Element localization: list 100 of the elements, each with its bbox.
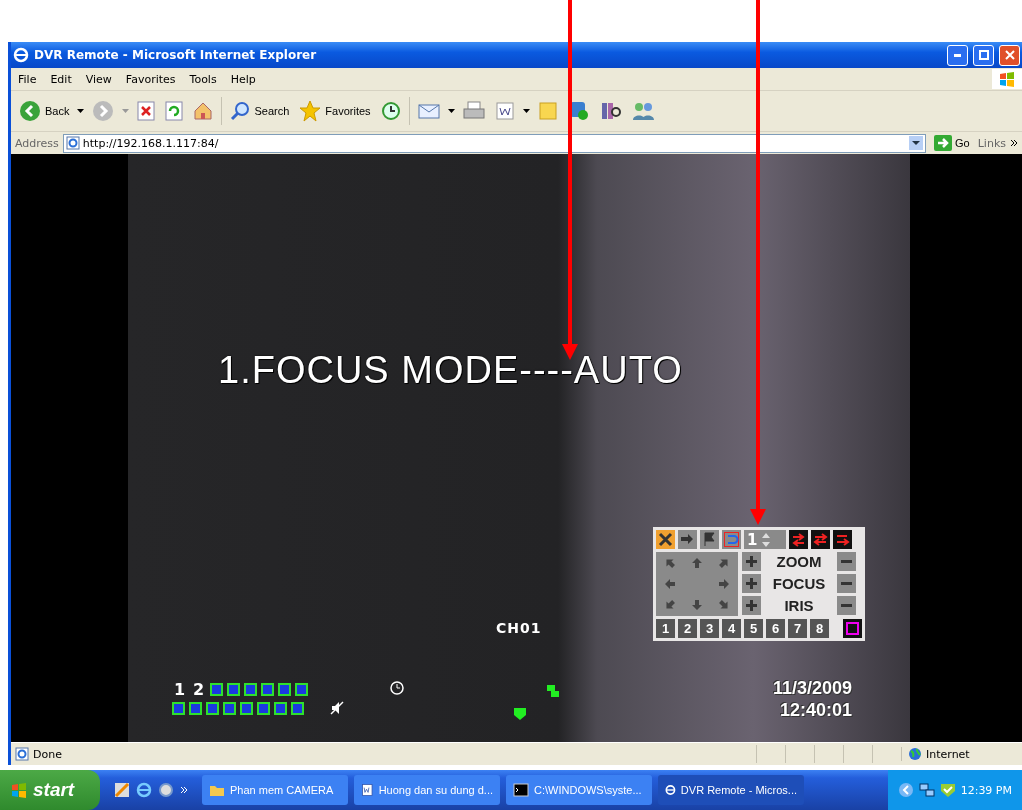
envelope-icon [417, 102, 440, 120]
channel-indicator [274, 702, 287, 715]
arrow-icon[interactable] [663, 556, 676, 569]
menu-item[interactable]: Tools [182, 70, 224, 88]
menu-item[interactable]: File [11, 70, 44, 88]
plus-button[interactable] [742, 596, 761, 615]
minus-button[interactable] [837, 552, 856, 571]
clock-text: 12:39 PM [960, 783, 1012, 797]
channel-indicator [240, 702, 253, 715]
minimize-icon [954, 53, 961, 57]
chevron-icon[interactable] [1010, 139, 1018, 147]
console-icon [513, 782, 529, 798]
refresh-icon [165, 101, 184, 121]
arrow-icon[interactable] [718, 599, 731, 612]
caret-icon[interactable] [522, 108, 530, 114]
taskbar-button[interactable]: Phan mem CAMERA [202, 775, 348, 805]
channel-button[interactable]: 5 [744, 619, 763, 638]
links-button[interactable]: Links [977, 136, 1006, 150]
desktop-icon[interactable] [114, 782, 130, 798]
tour-button[interactable] [789, 530, 808, 549]
dropdown-icon[interactable] [909, 136, 924, 150]
muted-speaker-icon [330, 701, 344, 715]
time-text: 12:40:01 [780, 700, 853, 721]
arrow-icon[interactable] [663, 599, 676, 612]
browser-icon[interactable] [136, 782, 152, 798]
plus-button[interactable] [742, 574, 761, 593]
minus-button[interactable] [837, 574, 856, 593]
swap-button[interactable] [811, 530, 830, 549]
history-icon [380, 101, 401, 121]
printer-icon [462, 101, 485, 121]
arrow-icon[interactable] [718, 556, 731, 569]
set-button[interactable] [678, 530, 697, 549]
taskbar-button[interactable]: C:\WINDOWS\syste... [506, 775, 652, 805]
shield-icon[interactable] [939, 782, 956, 798]
menu-item[interactable]: Favorites [118, 70, 183, 88]
pattern-button[interactable] [833, 530, 852, 549]
favorites-button[interactable]: Favorites [297, 98, 373, 124]
arrows-icon [835, 532, 850, 547]
menu-item[interactable]: Edit [43, 70, 79, 88]
caret-icon[interactable] [447, 108, 455, 114]
caret-icon[interactable] [77, 108, 85, 114]
globe-icon [908, 747, 922, 761]
go-preset-button[interactable] [700, 530, 719, 549]
u-turn-icon [724, 532, 739, 547]
clock-icon [390, 681, 404, 695]
arrow-icon[interactable] [691, 599, 703, 612]
go-button[interactable]: Go [930, 135, 974, 151]
arrow-icon[interactable] [691, 556, 703, 569]
channel-indicator [210, 683, 223, 696]
spinner-icon[interactable] [761, 531, 772, 548]
preset-number: 1 [747, 530, 758, 549]
start-button[interactable]: start [0, 770, 100, 810]
channel-button[interactable]: 3 [700, 619, 719, 638]
back-button[interactable]: Back [17, 98, 72, 124]
arrow-icon[interactable] [718, 578, 731, 590]
channel-indicator [206, 702, 219, 715]
channel-button[interactable]: 1 [656, 619, 675, 638]
channel-button[interactable]: 7 [788, 619, 807, 638]
channel-button[interactable]: 8 [810, 619, 829, 638]
channel-button[interactable]: 6 [766, 619, 785, 638]
channel-button[interactable]: 4 [722, 619, 741, 638]
refresh-button[interactable] [163, 99, 186, 123]
close-ptz-button[interactable] [656, 530, 675, 549]
stop-button[interactable] [135, 99, 158, 123]
menu-item[interactable]: Help [223, 70, 263, 88]
note-icon [537, 101, 558, 121]
channel-indicator [278, 683, 291, 696]
window-button[interactable] [843, 619, 862, 638]
taskbar-button[interactable]: DVR Remote - Micros... [658, 775, 804, 805]
browser-icon[interactable] [158, 782, 174, 798]
flag-icon [702, 532, 717, 547]
channel-button[interactable]: 2 [678, 619, 697, 638]
document-icon [494, 101, 515, 121]
menu-item[interactable]: View [78, 70, 119, 88]
minimize-button[interactable] [947, 44, 968, 66]
arrow-icon[interactable] [663, 578, 676, 590]
search-button[interactable]: Search [228, 99, 292, 123]
square-icon [845, 621, 860, 636]
cross-icon [658, 532, 673, 547]
maximize-button[interactable] [973, 44, 994, 66]
search-icon [230, 101, 251, 121]
page-icon [65, 136, 80, 150]
channel-indicator [291, 702, 304, 715]
plus-icon [744, 598, 759, 613]
network-icon[interactable] [918, 782, 935, 798]
channel-label: CH01 [496, 620, 542, 636]
arrows-icon [813, 532, 828, 547]
maximize-icon [978, 50, 989, 60]
taskbar-button[interactable]: Huong dan su dung d... [354, 775, 500, 805]
windows-flag-icon [998, 71, 1016, 87]
windows-flag-icon [10, 782, 28, 798]
ptz-label: IRIS [783, 596, 815, 615]
plus-button[interactable] [742, 552, 761, 571]
minus-button[interactable] [837, 596, 856, 615]
channel-indicator [189, 702, 202, 715]
window-title: DVR Remote - Microsoft Internet Explorer [34, 48, 318, 62]
browser-icon [13, 47, 29, 63]
address-field[interactable]: http://192.168.1.117:84/ [62, 133, 927, 153]
close-button[interactable] [999, 44, 1020, 66]
ptz-label: ZOOM [775, 552, 823, 571]
